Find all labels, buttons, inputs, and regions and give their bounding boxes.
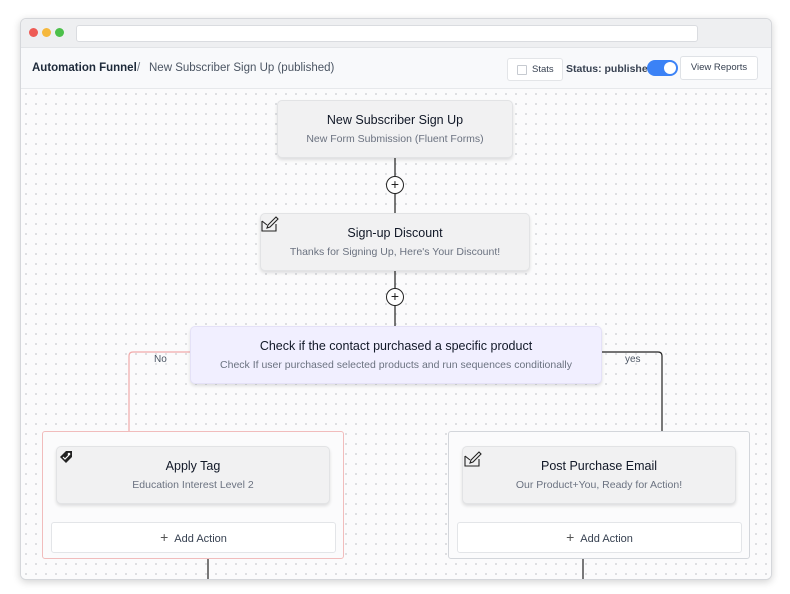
- email-action-card[interactable]: Sign-up Discount Thanks for Signing Up, …: [260, 213, 530, 271]
- breadcrumb-automation-funnel[interactable]: Automation Funnel: [32, 62, 137, 74]
- no-branch-container: Apply Tag Education Interest Level 2 + Ad…: [42, 431, 344, 559]
- view-reports-button[interactable]: View Reports: [680, 56, 758, 80]
- trigger-title: New Subscriber Sign Up: [326, 113, 464, 127]
- address-bar[interactable]: [76, 25, 698, 42]
- status-label: Status: published: [566, 63, 655, 75]
- trigger-subtitle: New Form Submission (Fluent Forms): [306, 133, 484, 145]
- post-purchase-email-title: Post Purchase Email: [540, 459, 658, 473]
- condition-subtitle: Check If user purchased selected product…: [220, 359, 572, 371]
- post-purchase-email-card[interactable]: Post Purchase Email Our Product+You, Rea…: [462, 446, 736, 504]
- tag-icon: [60, 451, 72, 463]
- funnel-header: Automation Funnel / New Subscriber Sign …: [21, 48, 771, 89]
- status-toggle[interactable]: [647, 60, 678, 76]
- condition-title: Check if the contact purchased a specifi…: [259, 339, 533, 353]
- title-bar: [21, 19, 771, 48]
- stats-checkbox[interactable]: [517, 65, 527, 75]
- minimize-window-button[interactable]: [42, 28, 51, 37]
- email-action-subtitle: Thanks for Signing Up, Here's Your Disco…: [289, 246, 501, 258]
- yes-branch-add-action-button[interactable]: + Add Action: [457, 522, 742, 553]
- plus-icon: +: [566, 529, 575, 545]
- email-action-title: Sign-up Discount: [347, 226, 443, 240]
- add-action-label: Add Action: [174, 533, 227, 545]
- condition-card[interactable]: Check if the contact purchased a specifi…: [190, 326, 602, 384]
- trigger-card[interactable]: New Subscriber Sign Up New Form Submissi…: [277, 100, 513, 158]
- add-step-plus-2[interactable]: +: [386, 288, 404, 306]
- apply-tag-title: Apply Tag: [165, 459, 221, 473]
- email-edit-icon: [464, 451, 482, 467]
- stats-label: Stats: [532, 64, 554, 75]
- add-step-plus-1[interactable]: +: [386, 176, 404, 194]
- branch-no-label: No: [154, 354, 167, 365]
- funnel-canvas: New Subscriber Sign Up New Form Submissi…: [21, 89, 771, 579]
- breadcrumb-separator: /: [137, 62, 141, 74]
- breadcrumb-current-funnel: New Subscriber Sign Up (published): [149, 62, 335, 74]
- apply-tag-card[interactable]: Apply Tag Education Interest Level 2: [56, 446, 330, 504]
- no-branch-add-action-button[interactable]: + Add Action: [51, 522, 336, 553]
- apply-tag-subtitle: Education Interest Level 2: [132, 479, 254, 491]
- add-action-label: Add Action: [580, 533, 633, 545]
- close-window-button[interactable]: [29, 28, 38, 37]
- browser-window: Automation Funnel / New Subscriber Sign …: [20, 18, 772, 580]
- maximize-window-button[interactable]: [55, 28, 64, 37]
- email-edit-icon: [261, 216, 279, 232]
- branch-yes-label: yes: [625, 354, 641, 365]
- plus-icon: +: [160, 529, 169, 545]
- stats-toggle-button[interactable]: Stats: [507, 58, 563, 81]
- toggle-knob: [664, 62, 676, 74]
- yes-branch-container: Post Purchase Email Our Product+You, Rea…: [448, 431, 750, 559]
- post-purchase-email-subtitle: Our Product+You, Ready for Action!: [515, 479, 683, 491]
